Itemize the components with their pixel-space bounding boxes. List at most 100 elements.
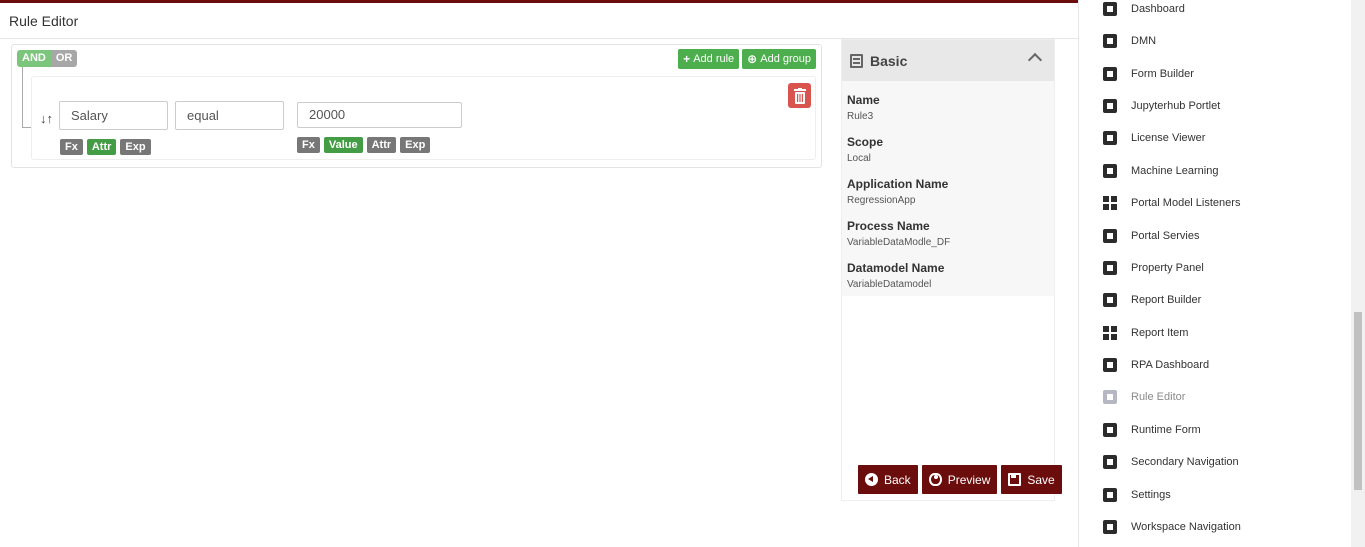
floppy-disk-icon: [1008, 473, 1022, 486]
sidebar-item-jupyterhub-portlet[interactable]: Jupyterhub Portlet: [1103, 96, 1220, 116]
delete-rule-button[interactable]: [788, 83, 811, 108]
sidebar-item-dashboard[interactable]: Dashboard: [1103, 0, 1185, 19]
right-mode-attr[interactable]: Attr: [366, 137, 397, 153]
sidebar-item-portal-servies[interactable]: Portal Servies: [1103, 226, 1199, 246]
chevron-up-icon[interactable]: [1027, 52, 1043, 68]
basic-section-header[interactable]: Basic: [842, 40, 1054, 81]
add-rule-button[interactable]: + Add rule: [678, 49, 740, 69]
right-mode-fx[interactable]: Fx: [297, 137, 320, 153]
drag-sort-icon[interactable]: ↓↑: [40, 111, 53, 126]
square-icon: [1103, 99, 1117, 113]
sidebar-item-label: Portal Servies: [1131, 230, 1200, 242]
back-label: Back: [884, 472, 911, 487]
sidebar-item-report-item[interactable]: Report Item: [1103, 323, 1188, 343]
square-icon: [1103, 455, 1117, 469]
sidebar-item-rule-editor[interactable]: Rule Editor: [1103, 387, 1185, 407]
prop-label: Application Name: [847, 177, 949, 191]
sidebar-item-machine-learning[interactable]: Machine Learning: [1103, 161, 1218, 181]
add-group-button[interactable]: ⊕ Add group: [742, 49, 816, 69]
back-button[interactable]: Back: [858, 465, 918, 494]
rule-group: AND OR + Add rule ⊕ Add group ↓↑ Salary …: [11, 44, 822, 168]
add-group-label: Add group: [760, 53, 811, 65]
scrollbar-thumb[interactable]: [1354, 312, 1362, 490]
operator-select[interactable]: equal: [175, 101, 284, 130]
left-mode-toggle: Fx Attr Exp: [60, 139, 151, 155]
sidebar-item-property-panel[interactable]: Property Panel: [1103, 258, 1204, 278]
square-icon: [1103, 293, 1117, 307]
sidebar-item-form-builder[interactable]: Form Builder: [1103, 64, 1194, 84]
sidebar-item-workspace-navigation[interactable]: Workspace Navigation: [1103, 517, 1241, 537]
sidebar-item-rpa-dashboard[interactable]: RPA Dashboard: [1103, 355, 1209, 375]
left-mode-attr[interactable]: Attr: [86, 139, 117, 155]
prop-process-name: Process Name VariableDataModle_DF: [847, 219, 1049, 251]
square-icon: [1103, 164, 1117, 178]
prop-value: Rule3: [847, 111, 874, 122]
page-title: Rule Editor: [9, 13, 79, 29]
prop-label: Process Name: [847, 219, 930, 233]
eye-icon: [928, 473, 942, 486]
left-mode-fx[interactable]: Fx: [60, 139, 83, 155]
prop-value: Local: [847, 153, 871, 164]
preview-label: Preview: [947, 472, 991, 487]
right-mode-toggle: Fx Value Attr Exp: [297, 137, 431, 153]
grid-icon: [1103, 326, 1117, 340]
prop-scope: Scope Local: [847, 135, 1049, 167]
value-input[interactable]: 20000: [297, 102, 462, 128]
prop-datamodel-name: Datamodel Name VariableDatamodel: [847, 261, 1049, 293]
editor-header: Rule Editor: [0, 3, 1078, 39]
action-bar: Back Preview Save: [858, 465, 1062, 494]
prop-value: RegressionApp: [847, 195, 916, 206]
page-scrollbar[interactable]: [1351, 0, 1365, 547]
square-icon: [1103, 2, 1117, 16]
sidebar-item-label: Runtime Form: [1131, 424, 1201, 436]
prop-application-name: Application Name RegressionApp: [847, 177, 1049, 209]
add-rule-label: Add rule: [693, 53, 735, 65]
sidebar-item-label: Report Builder: [1131, 294, 1202, 306]
sidebar-item-label: Portal Model Listeners: [1131, 197, 1241, 209]
prop-value: VariableDatamodel: [847, 279, 932, 290]
condition-toggle: AND OR: [17, 50, 78, 67]
square-icon: [1103, 34, 1117, 48]
condition-or-button[interactable]: OR: [50, 50, 78, 67]
properties-panel: Basic Name Rule3 Scope Local Application…: [841, 39, 1055, 501]
sidebar-item-label: Report Item: [1131, 327, 1189, 339]
sidebar-item-label: RPA Dashboard: [1131, 359, 1210, 371]
sidebar-item-report-builder[interactable]: Report Builder: [1103, 290, 1201, 310]
sidebar-item-label: Form Builder: [1131, 68, 1194, 80]
rule-row: ↓↑ Salary equal 20000 Fx Attr Exp Fx Val…: [31, 76, 816, 160]
right-mode-exp[interactable]: Exp: [400, 137, 431, 153]
sidebar-item-label: Machine Learning: [1131, 165, 1219, 177]
prop-label: Datamodel Name: [847, 261, 945, 275]
left-mode-exp[interactable]: Exp: [120, 139, 151, 155]
sidebar-item-label: Jupyterhub Portlet: [1131, 100, 1221, 112]
save-button[interactable]: Save: [1001, 465, 1062, 494]
sidebar-item-portal-model-listeners[interactable]: Portal Model Listeners: [1103, 193, 1240, 213]
square-icon: [1103, 131, 1117, 145]
square-icon: [1103, 423, 1117, 437]
properties-body: Name Rule3 Scope Local Application Name …: [842, 81, 1054, 296]
sidebar-item-settings[interactable]: Settings: [1103, 485, 1171, 505]
right-mode-value[interactable]: Value: [323, 137, 363, 153]
back-arrow-icon: [865, 473, 878, 486]
sidebar-item-runtime-form[interactable]: Runtime Form: [1103, 420, 1201, 440]
trash-icon: [793, 87, 806, 104]
section-title: Basic: [870, 53, 908, 69]
square-icon: [1103, 488, 1117, 502]
prop-label: Name: [847, 93, 880, 107]
sidebar-item-label: Property Panel: [1131, 262, 1204, 274]
sidebar-item-label: Settings: [1131, 489, 1171, 501]
square-icon: [1103, 67, 1117, 81]
attribute-select[interactable]: Salary: [59, 101, 168, 130]
preview-button[interactable]: Preview: [921, 465, 998, 494]
condition-and-button[interactable]: AND: [17, 50, 51, 67]
sidebar-item-label: DMN: [1131, 35, 1157, 47]
sidebar-item-label: Workspace Navigation: [1131, 521, 1241, 533]
save-label: Save: [1027, 472, 1055, 487]
plus-icon: +: [683, 52, 691, 66]
sidebar-item-dmn[interactable]: DMN: [1103, 31, 1156, 51]
sidebar-item-license-viewer[interactable]: License Viewer: [1103, 128, 1205, 148]
sidebar-item-secondary-navigation[interactable]: Secondary Navigation: [1103, 452, 1239, 472]
grid-icon: [1103, 196, 1117, 210]
portlet-sidebar: Dashboard DMN Form Builder Jupyterhub Po…: [1078, 0, 1351, 547]
sidebar-item-label: Secondary Navigation: [1131, 456, 1239, 468]
